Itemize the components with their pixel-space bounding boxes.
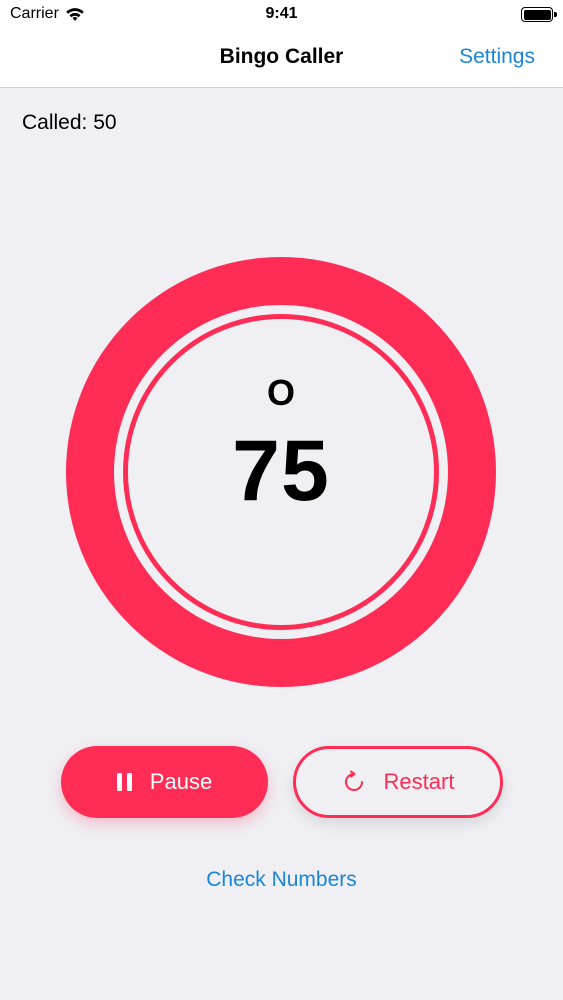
pause-label: Pause	[149, 769, 213, 794]
restart-label: Restart	[383, 769, 455, 794]
battery-icon	[521, 7, 557, 22]
navigation-bar: Bingo Caller Settings	[0, 30, 563, 88]
status-time: 9:41	[265, 5, 298, 22]
restart-icon	[344, 770, 363, 791]
restart-button[interactable]: Restart	[293, 746, 503, 818]
ball-number: 75	[232, 423, 330, 519]
pause-icon	[116, 773, 132, 791]
status-bar: Carrier 9:41	[0, 0, 563, 30]
ball-letter: O	[266, 372, 295, 413]
bingo-ball: O 75	[66, 257, 496, 687]
called-count: Called: 50	[22, 111, 117, 134]
settings-button[interactable]: Settings	[459, 45, 535, 69]
pause-button[interactable]: Pause	[61, 746, 268, 818]
check-numbers-link[interactable]: Check Numbers	[0, 868, 563, 892]
